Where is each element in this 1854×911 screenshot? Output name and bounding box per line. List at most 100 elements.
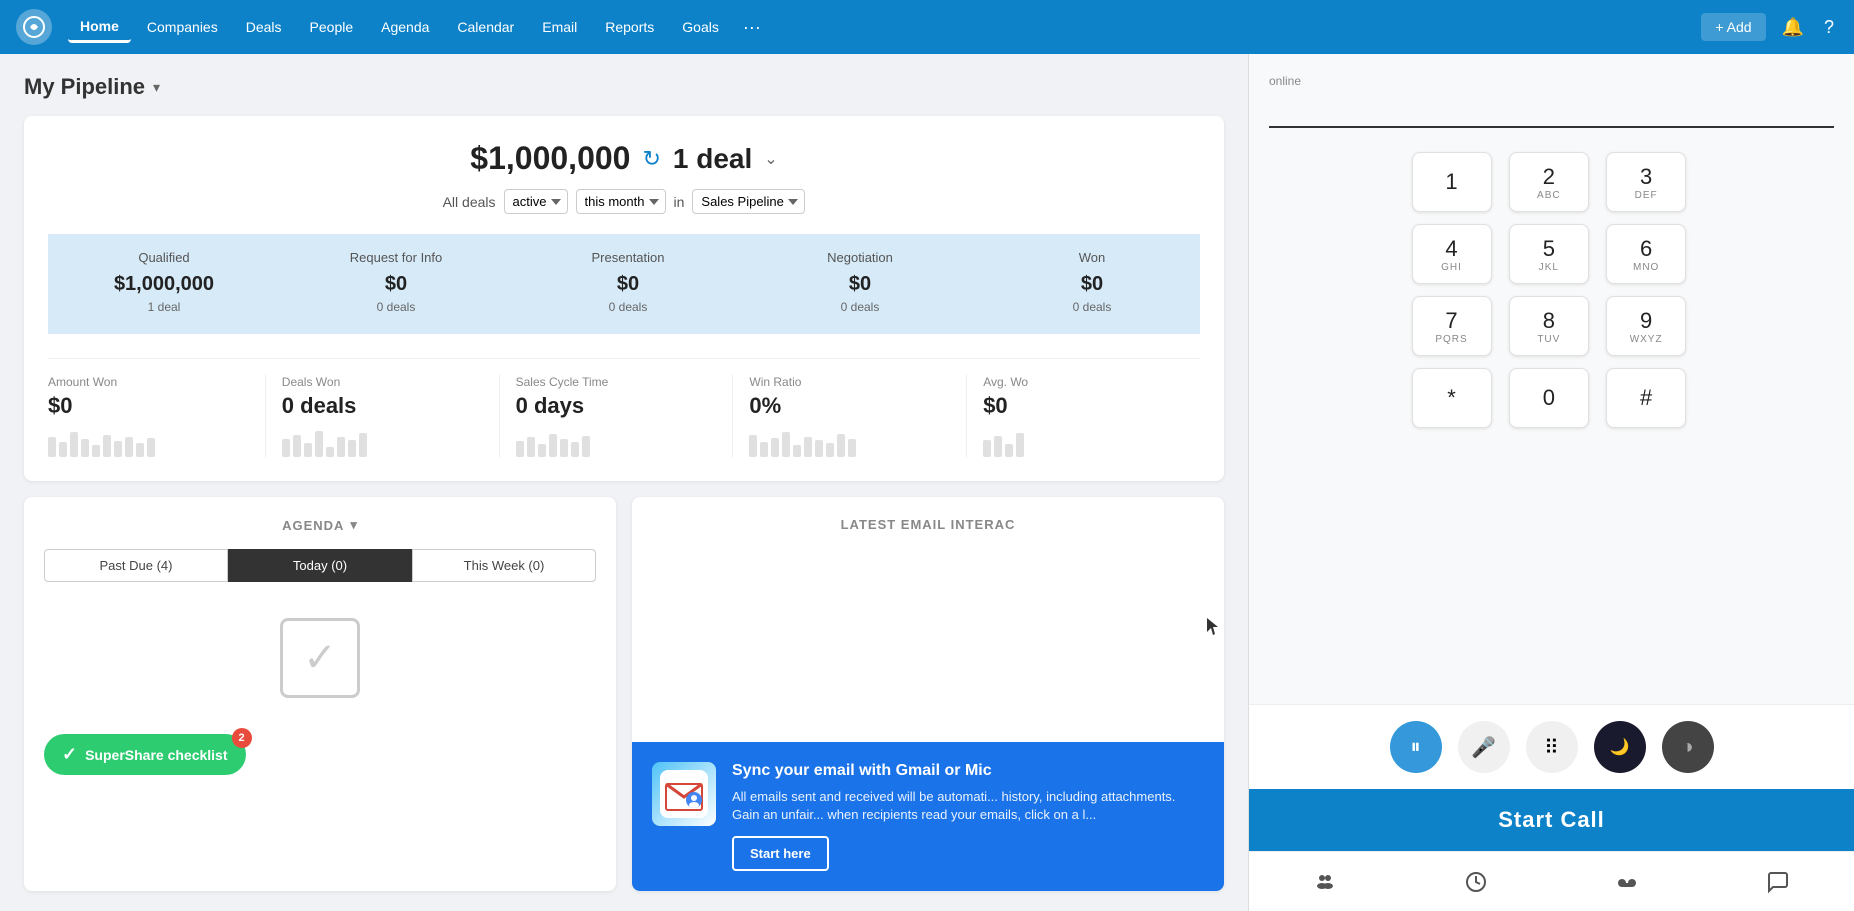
dial-key-1[interactable]: 1	[1412, 152, 1492, 212]
bar-15	[326, 447, 334, 457]
stat-amount-won-chart	[48, 427, 249, 457]
stat-win-ratio-value: 0%	[749, 393, 950, 419]
phone-nav-recents[interactable]	[1400, 852, 1551, 911]
add-button[interactable]: + Add	[1701, 13, 1765, 41]
bar-35	[793, 445, 801, 457]
stage-won[interactable]: Won $0 0 deals	[968, 234, 1200, 334]
dial-letters-8: TUV	[1537, 334, 1560, 345]
email-card: LATEST EMAIL INTERAC	[632, 497, 1224, 891]
active-filter-select[interactable]: active	[504, 189, 568, 214]
dial-key-5[interactable]: 5 JKL	[1509, 224, 1589, 284]
dial-key-2[interactable]: 2 ABC	[1509, 152, 1589, 212]
nav-companies[interactable]: Companies	[135, 13, 230, 41]
dial-key-star[interactable]: *	[1412, 368, 1492, 428]
bar-11	[282, 439, 290, 457]
dial-num-3: 3	[1640, 164, 1652, 190]
stage-negotiation-amount: $0	[764, 273, 956, 296]
tab-past-due[interactable]: Past Due (4)	[44, 549, 228, 582]
tab-today[interactable]: Today (0)	[228, 549, 412, 582]
nav-goals[interactable]: Goals	[670, 13, 731, 41]
bar-39	[837, 434, 845, 457]
nav-people[interactable]: People	[298, 13, 366, 41]
bar-4	[81, 439, 89, 457]
bar-33	[771, 438, 779, 457]
dial-key-0[interactable]: 0	[1509, 368, 1589, 428]
dial-key-3[interactable]: 3 DEF	[1606, 152, 1686, 212]
phone-input-display[interactable]	[1269, 96, 1834, 128]
phone-nav-messages[interactable]	[1703, 852, 1854, 911]
supershare-checklist-button[interactable]: ✓ SuperShare checklist 2	[44, 734, 246, 775]
dial-num-7: 7	[1445, 308, 1457, 334]
bell-icon[interactable]: 🔔	[1778, 13, 1808, 42]
stage-qualified-name: Qualified	[68, 250, 260, 265]
stage-request-deals: 0 deals	[300, 300, 492, 314]
dial-key-hash[interactable]: #	[1606, 368, 1686, 428]
nav-agenda[interactable]: Agenda	[369, 13, 441, 41]
stage-negotiation[interactable]: Negotiation $0 0 deals	[736, 234, 968, 334]
tab-this-week[interactable]: This Week (0)	[412, 549, 596, 582]
moon-button[interactable]: 🌙	[1594, 721, 1646, 773]
phone-nav-contacts[interactable]	[1249, 852, 1400, 911]
pipeline-filter-select[interactable]: Sales Pipeline	[692, 189, 805, 214]
online-status-label: online	[1269, 74, 1301, 88]
nav-deals[interactable]: Deals	[234, 13, 294, 41]
stats-row: Amount Won $0	[48, 358, 1200, 457]
checklist-check-icon: ✓	[62, 744, 77, 765]
nav-home[interactable]: Home	[68, 12, 131, 43]
bottom-section: AGENDA ▾ Past Due (4) Today (0) This Wee…	[24, 497, 1224, 891]
phone-nav-voicemail[interactable]	[1552, 852, 1703, 911]
nav-calendar[interactable]: Calendar	[445, 13, 526, 41]
nav-more[interactable]: ···	[735, 13, 769, 42]
bar-25	[560, 439, 568, 457]
pipeline-card: $1,000,000 ↻ 1 deal ⌄ All deals active t…	[24, 116, 1224, 481]
bar-36	[804, 437, 812, 457]
bar-18	[359, 433, 367, 457]
email-promo-icon	[652, 762, 716, 826]
email-promo-start-button[interactable]: Start here	[732, 836, 829, 871]
dial-num-hash: #	[1640, 385, 1652, 411]
dial-key-9[interactable]: 9 WXYZ	[1606, 296, 1686, 356]
nav-email[interactable]: Email	[530, 13, 589, 41]
dial-key-8[interactable]: 8 TUV	[1509, 296, 1589, 356]
time-filter-select[interactable]: this month	[576, 189, 666, 214]
dial-key-4[interactable]: 4 GHI	[1412, 224, 1492, 284]
dial-num-4: 4	[1445, 236, 1457, 262]
bar-10	[147, 438, 155, 457]
stage-presentation[interactable]: Presentation $0 0 deals	[504, 234, 736, 334]
stage-qualified-deals: 1 deal	[68, 300, 260, 314]
dial-key-7[interactable]: 7 PQRS	[1412, 296, 1492, 356]
bar-2	[59, 442, 67, 457]
dial-key-6[interactable]: 6 MNO	[1606, 224, 1686, 284]
nav-reports[interactable]: Reports	[593, 13, 666, 41]
start-call-button[interactable]: Start Call	[1249, 789, 1854, 851]
dial-letters-2: ABC	[1537, 190, 1561, 201]
stat-avg-wo-label: Avg. Wo	[983, 375, 1184, 389]
stage-request-info[interactable]: Request for Info $0 0 deals	[272, 234, 504, 334]
bar-9	[136, 443, 144, 457]
email-promo-title: Sync your email with Gmail or Mic	[732, 762, 1204, 780]
bar-17	[348, 440, 356, 457]
deal-dropdown-icon[interactable]: ⌄	[764, 149, 777, 169]
app-logo[interactable]	[16, 9, 52, 45]
page-title: My Pipeline	[24, 74, 145, 100]
half-button[interactable]: ◑	[1662, 721, 1714, 773]
pipeline-dropdown-icon[interactable]: ▾	[153, 79, 160, 96]
stat-deals-won-chart	[282, 427, 483, 457]
loading-spinner-icon: ↻	[642, 146, 660, 172]
stage-won-deals: 0 deals	[996, 300, 1188, 314]
stage-qualified[interactable]: Qualified $1,000,000 1 deal	[48, 234, 272, 334]
pause-button[interactable]: ⏸	[1390, 721, 1442, 773]
bar-27	[582, 436, 590, 457]
bar-26	[571, 442, 579, 457]
agenda-dropdown-icon[interactable]: ▾	[350, 517, 358, 533]
email-promo-text: Sync your email with Gmail or Mic All em…	[732, 762, 1204, 871]
stat-sales-cycle-label: Sales Cycle Time	[516, 375, 717, 389]
mic-button[interactable]: 🎤	[1458, 721, 1510, 773]
stat-win-ratio-chart	[749, 427, 950, 457]
stage-negotiation-deals: 0 deals	[764, 300, 956, 314]
bar-5	[92, 445, 100, 457]
dialpad-toggle-button[interactable]: ⠿	[1526, 721, 1578, 773]
help-icon[interactable]: ?	[1820, 13, 1838, 42]
nav-right: + Add 🔔 ?	[1701, 13, 1838, 42]
stage-presentation-amount: $0	[532, 273, 724, 296]
